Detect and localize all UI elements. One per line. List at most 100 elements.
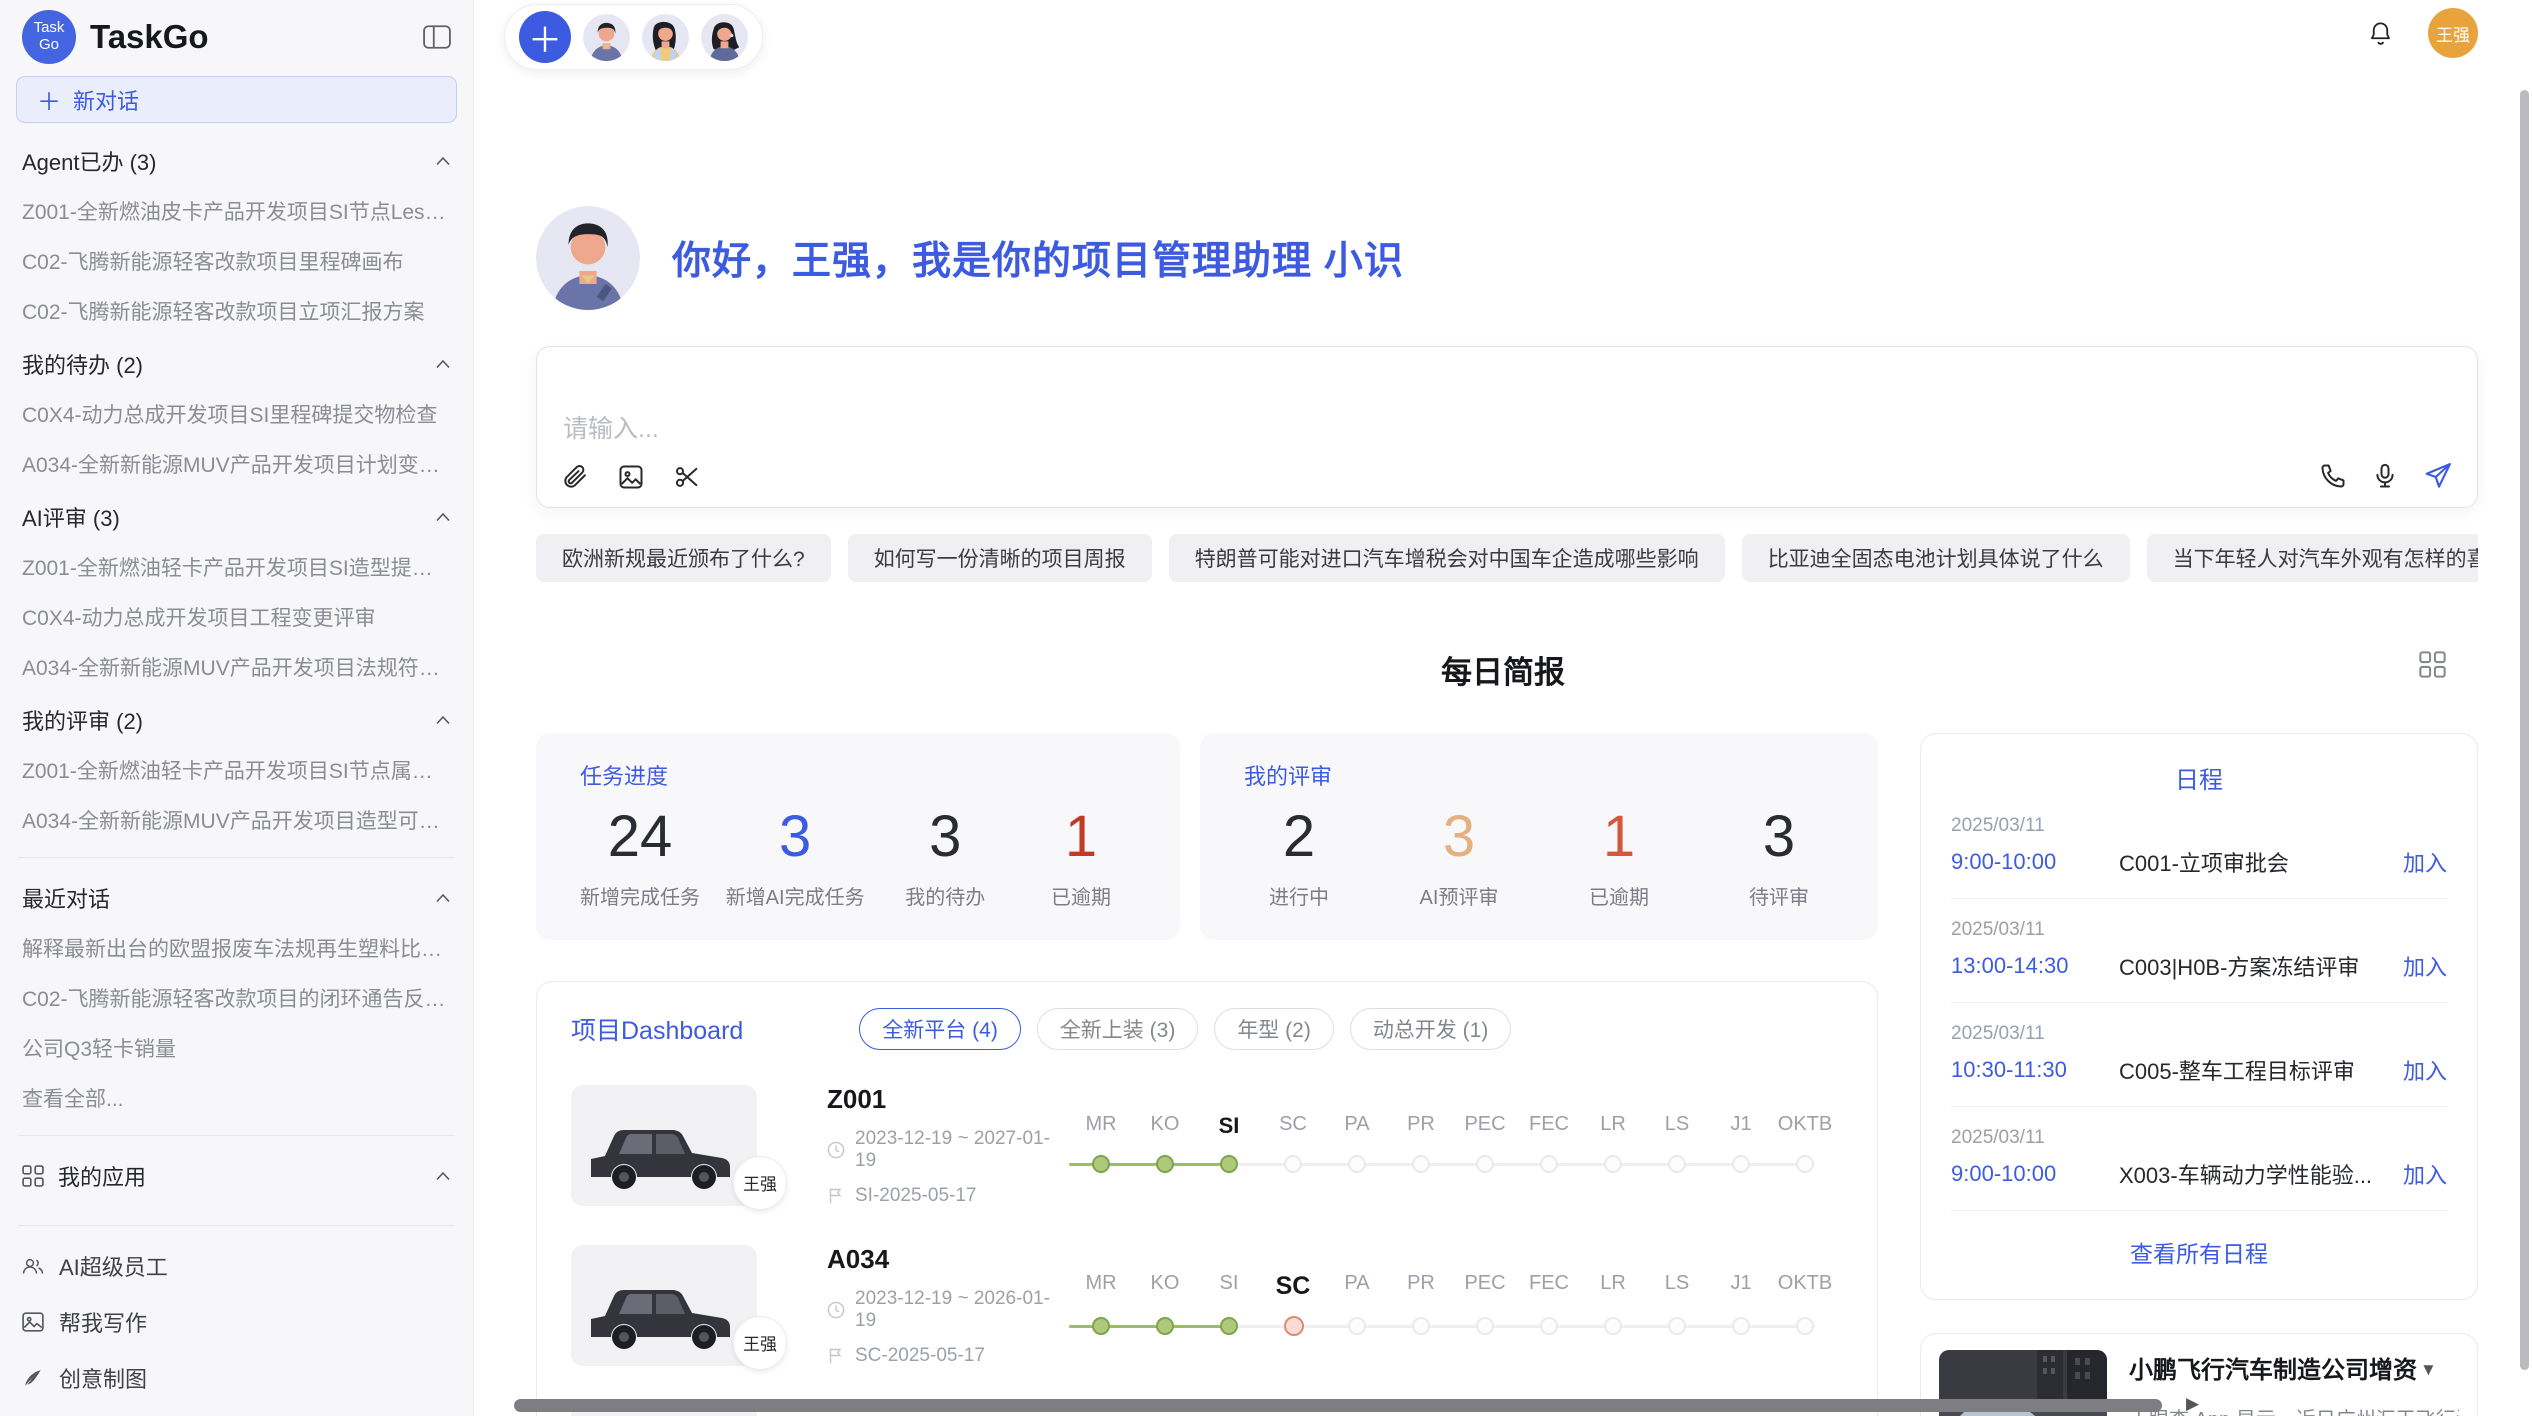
dashboard-tab[interactable]: 年型 (2) <box>1214 1008 1334 1050</box>
horizontal-scrollbar[interactable] <box>514 1399 2162 1412</box>
event-date: 2025/03/11 <box>1951 1023 2447 1045</box>
event-row: 10:30-11:30C005-整车工程目标评审加入 <box>1951 1054 2447 1086</box>
suggestion-chip[interactable]: 如何写一份清晰的项目周报 <box>848 534 1152 582</box>
sidebar-item[interactable]: Z001-全新燃油轻卡产品开发项目SI节点属性5D文件评审 <box>16 745 457 795</box>
milestone-node <box>1156 1317 1174 1335</box>
scroll-right-arrow[interactable]: ▶ <box>2186 1394 2199 1414</box>
sidebar-item[interactable]: 查看全部... <box>16 1073 457 1123</box>
event-join-link[interactable]: 加入 <box>2403 846 2447 878</box>
collapse-sidebar-icon[interactable] <box>423 24 451 50</box>
sidebar-footer-people[interactable]: AI超级员工 <box>16 1238 457 1294</box>
sidebar-item[interactable]: 解释最新出台的欧盟报废车法规再生塑料比例被调至15%... <box>16 923 457 973</box>
chevron-up-icon[interactable] <box>435 715 451 725</box>
milestone-label: SI <box>1197 1272 1261 1301</box>
suggestion-chip[interactable]: 比亚迪全固态电池计划具体说了什么 <box>1742 534 2130 582</box>
paperclip-icon[interactable] <box>561 463 589 491</box>
topbar: ＋ 王强 <box>474 0 2532 76</box>
divider <box>18 1225 455 1226</box>
suggestion-chip[interactable]: 特朗普可能对进口汽车增税会对中国车企造成哪些影响 <box>1169 534 1725 582</box>
assistant-avatar <box>536 206 640 310</box>
project-flag: SC-2025-05-17 <box>827 1345 1065 1367</box>
event-join-link[interactable]: 加入 <box>2403 950 2447 982</box>
sidebar-header: Task Go TaskGo <box>16 0 457 74</box>
milestone-label: LS <box>1645 1113 1709 1139</box>
chevron-up-icon[interactable] <box>435 359 451 369</box>
sidebar-item[interactable]: 公司Q3轻卡销量 <box>16 1023 457 1073</box>
schedule-event: 2025/03/1113:00-14:30C003|H0B-方案冻结评审加入 <box>1951 899 2447 1003</box>
stat-label: 我的待办 <box>890 881 1000 910</box>
event-row: 9:00-10:00X003-车辆动力学性能验...加入 <box>1951 1158 2447 1190</box>
sidebar-section-header: 我的评审 (2) <box>16 692 457 745</box>
stat-grid: 2进行中3AI预评审1已逾期3待评审 <box>1244 805 1834 910</box>
event-join-link[interactable]: 加入 <box>2403 1158 2447 1190</box>
suggestion-chips: 欧洲新规最近颁布了什么? 如何写一份清晰的项目周报特朗普可能对进口汽车增税会对中国… <box>536 534 2478 582</box>
sidebar-item[interactable]: Z001-全新燃油皮卡产品开发项目SI节点Lesson Learn报告 <box>16 186 457 236</box>
sidebar-item[interactable]: C0X4-动力总成开发项目SI里程碑提交物检查 <box>16 389 457 439</box>
sidebar-item[interactable]: C0X4-动力总成开发项目工程变更评审 <box>16 592 457 642</box>
project-row[interactable]: 王强Z0012023-12-19 ~ 2027-01-19SI-2025-05-… <box>571 1080 1843 1210</box>
chevron-up-icon[interactable] <box>435 893 451 903</box>
microphone-icon[interactable] <box>2371 462 2399 490</box>
stat-cell: 24新增完成任务 <box>580 805 700 910</box>
milestone-label: FEC <box>1517 1272 1581 1301</box>
sidebar-item[interactable]: C02-飞腾新能源轻客改款项目的闭环通告反馈情况 <box>16 973 457 1023</box>
dashboard-tab[interactable]: 动总开发 (1) <box>1350 1008 1512 1050</box>
sidebar-footer-photo[interactable]: 帮我写作 <box>16 1294 457 1350</box>
sidebar-list: Agent已办 (3) Z001-全新燃油皮卡产品开发项目SI节点Lesson L… <box>16 129 457 1213</box>
image-icon[interactable] <box>617 463 645 491</box>
sidebar-section-header: Agent已办 (3) <box>16 133 457 186</box>
milestone-label: OKTB <box>1773 1113 1837 1139</box>
woman-yellow-avatar[interactable] <box>642 14 689 61</box>
sidebar-item[interactable]: A034-全新新能源MUV产品开发项目造型可行性评审 <box>16 795 457 845</box>
event-name: X003-车辆动力学性能验... <box>2119 1158 2389 1190</box>
phone-icon[interactable] <box>2319 462 2347 490</box>
topbar-right: 王强 <box>2367 8 2478 58</box>
dashboard-tab[interactable]: 全新平台 (4) <box>859 1008 1021 1050</box>
project-row[interactable]: 王强A0342023-12-19 ~ 2026-01-19SC-2025-05-… <box>571 1240 1843 1370</box>
send-icon[interactable] <box>2423 461 2453 491</box>
sidebar-section-header-recent: 最近对话 <box>16 870 457 923</box>
suggestion-chip[interactable]: 当下年轻人对汽车外观有怎样的喜好趋势 <box>2147 534 2478 582</box>
event-join-link[interactable]: 加入 <box>2403 1054 2447 1086</box>
briefing-header: 每日简报 <box>474 647 2532 689</box>
scissors-icon[interactable] <box>673 463 701 491</box>
man-avatar[interactable] <box>583 14 630 61</box>
sidebar-item[interactable]: C02-飞腾新能源轻客改款项目立项汇报方案 <box>16 286 457 336</box>
bell-icon[interactable] <box>2367 20 2394 47</box>
event-time: 9:00-10:00 <box>1951 849 2119 875</box>
chevron-up-icon[interactable] <box>435 1171 451 1181</box>
project-flag-text: SI-2025-05-17 <box>855 1185 976 1207</box>
sidebar-item[interactable]: Z001-全新燃油轻卡产品开发项目SI造型提交物评审 <box>16 542 457 592</box>
dashboard-tab[interactable]: 全新上装 (3) <box>1037 1008 1199 1050</box>
milestone-node <box>1412 1317 1430 1335</box>
stat-value: 3 <box>1404 805 1514 869</box>
suggestion-chip[interactable]: 欧洲新规最近颁布了什么? <box>536 534 831 582</box>
sidebar-app-item[interactable]: 项目管理 <box>16 1201 457 1213</box>
sidebar-section-title: Agent已办 (3) <box>22 145 157 177</box>
sidebar-item[interactable]: C02-飞腾新能源轻客改款项目里程碑画布 <box>16 236 457 286</box>
stat-card: 我的评审2进行中3AI预评审1已逾期3待评审 <box>1200 733 1878 940</box>
woman-blue-avatar[interactable] <box>701 14 748 61</box>
sidebar-item[interactable]: A034-全新新能源MUV产品开发项目计划变更表编写 <box>16 439 457 489</box>
stat-cell: 3新增AI完成任务 <box>726 805 865 910</box>
composer-right-icons <box>2319 461 2453 491</box>
sidebar-item[interactable]: A034-全新新能源MUV产品开发项目法规符合性评审 <box>16 642 457 692</box>
scroll-down-arrow[interactable]: ▼ <box>2420 1360 2437 1380</box>
view-all-schedule-link[interactable]: 查看所有日程 <box>1951 1235 2447 1269</box>
sidebar-footer-pen[interactable]: 创意制图 <box>16 1350 457 1406</box>
vertical-scrollbar[interactable] <box>2520 90 2529 1370</box>
user-avatar[interactable]: 王强 <box>2428 8 2478 58</box>
chevron-up-icon[interactable] <box>435 156 451 166</box>
chevron-up-icon[interactable] <box>435 512 451 522</box>
sidebar-my-apps-header[interactable]: 我的应用 <box>16 1148 457 1201</box>
stat-label: 待评审 <box>1724 881 1834 910</box>
new-chat-button[interactable]: ＋ 新对话 <box>16 76 457 123</box>
event-name: C001-立项审批会 <box>2119 846 2389 878</box>
chat-input[interactable] <box>537 347 2477 507</box>
layout-grid-icon[interactable] <box>2419 651 2446 678</box>
add-member-button[interactable]: ＋ <box>519 11 571 63</box>
stat-card-title: 任务进度 <box>580 759 1136 791</box>
clock-icon <box>827 1141 845 1159</box>
plus-icon: ＋ <box>37 82 61 117</box>
divider <box>1951 1210 2447 1211</box>
